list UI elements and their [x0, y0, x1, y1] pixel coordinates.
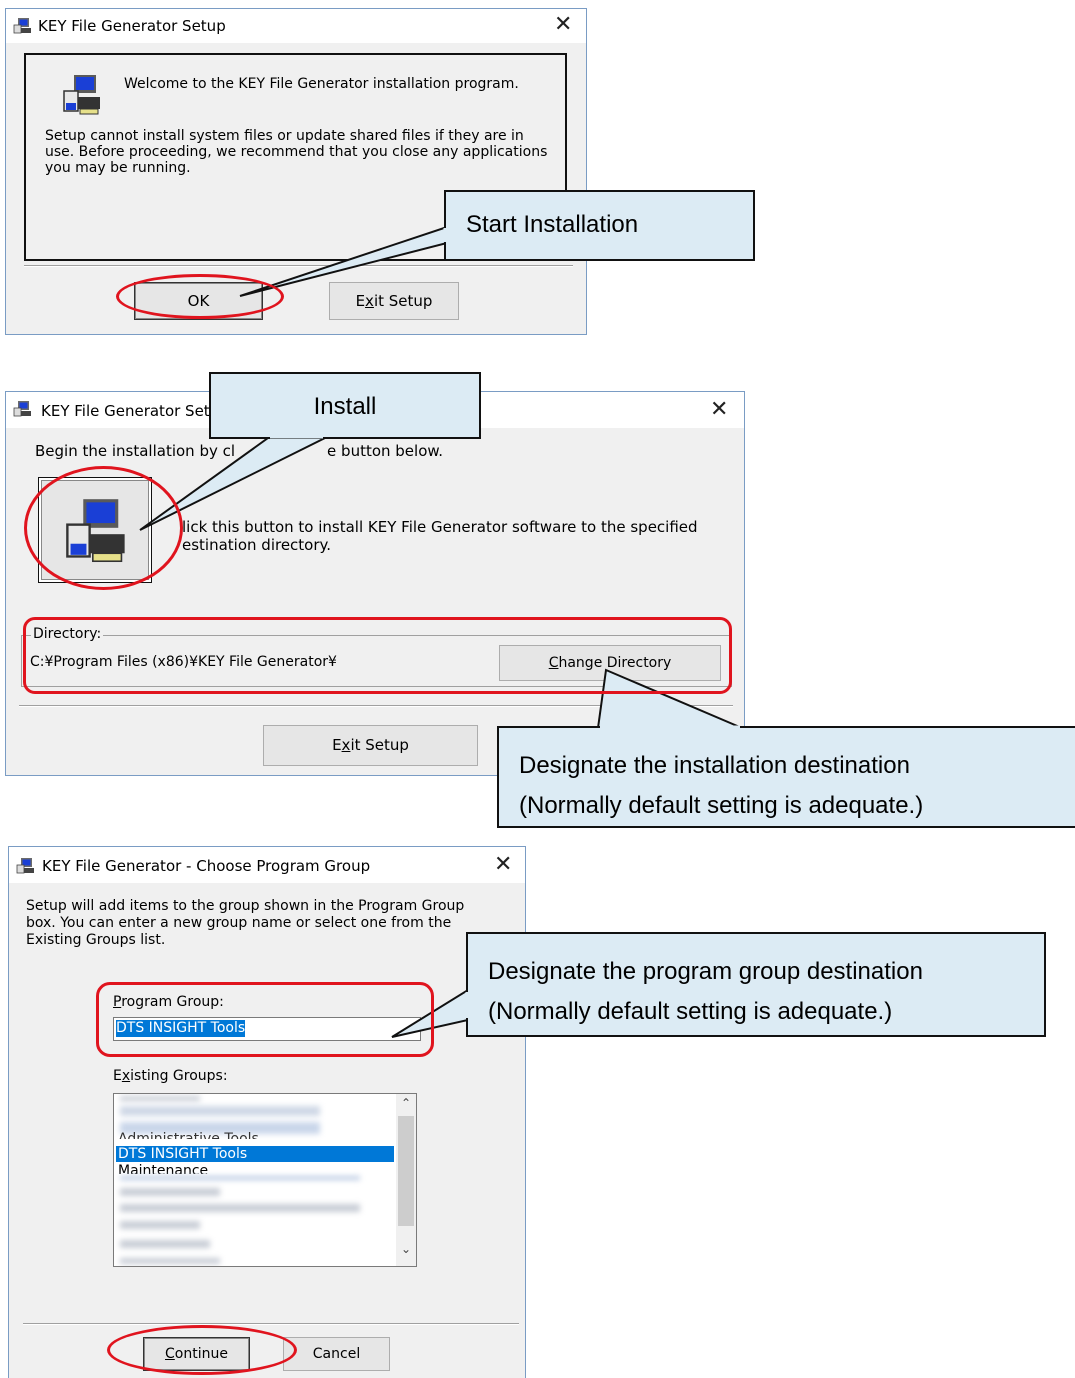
highlight-continue-button	[107, 1325, 297, 1375]
highlight-program-group	[96, 982, 434, 1057]
callout-pointer-cover-4	[465, 992, 469, 1018]
